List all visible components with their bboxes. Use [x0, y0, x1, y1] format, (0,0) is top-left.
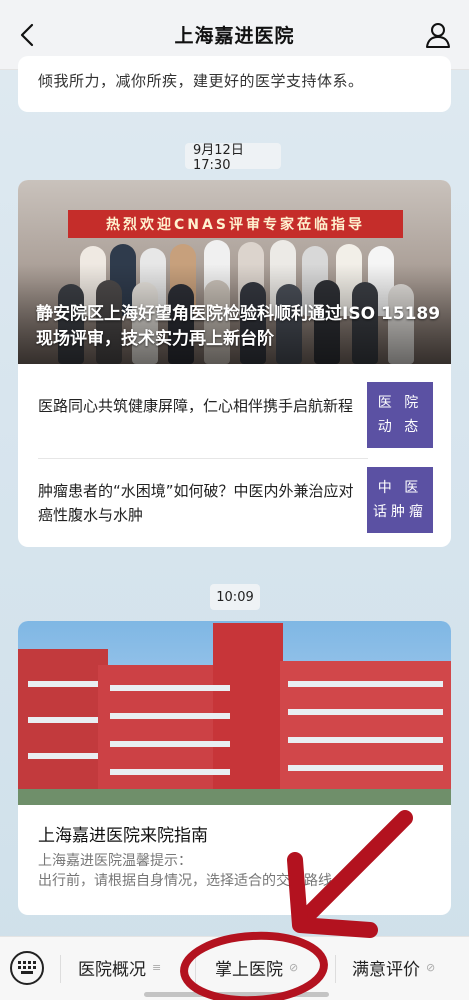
- photo-banner: 热烈欢迎CNAS评审专家莅临指导: [68, 210, 403, 238]
- home-indicator: [144, 992, 329, 997]
- divider: [38, 458, 368, 459]
- list-item-thumbnail: 中 医 话肿瘤: [367, 467, 433, 533]
- page-title: 上海嘉进医院: [174, 25, 295, 47]
- timestamp: 10:09: [210, 584, 260, 610]
- menu-mobile-hospital[interactable]: 掌上医院 ⊘: [215, 955, 298, 980]
- menu-lines-icon: ≡: [152, 961, 162, 974]
- keyboard-icon: [18, 961, 36, 974]
- back-button[interactable]: [12, 20, 42, 50]
- article-group-card: 热烈欢迎CNAS评审专家莅临指导 静安院区上海好望角医院检验科顺利通过ISO 1…: [18, 180, 451, 547]
- bottom-menu-bar: 医院概况 ≡ 掌上医院 ⊘ 满意评价 ⊘: [0, 936, 469, 1000]
- link-icon: ⊘: [289, 961, 299, 974]
- list-item[interactable]: 肿瘤患者的“水困境”如何破？中医内外兼治应对癌性腹水与水肿 中 医 话肿瘤: [38, 467, 433, 547]
- timestamp: 9月12日 17:30: [185, 143, 281, 173]
- list-item-title: 肿瘤患者的“水困境”如何破？中医内外兼治应对癌性腹水与水肿: [38, 482, 354, 524]
- list-item[interactable]: 医路同心共筑健康屏障，仁心相伴携手启航新程 医 院 动 态: [38, 382, 433, 462]
- keyboard-toggle-button[interactable]: [10, 951, 44, 985]
- previous-article-text: 倾我所力，减你所疾，建更好的医学支持体系。: [38, 72, 364, 90]
- user-icon: [426, 23, 450, 48]
- list-item-title: 医路同心共筑健康屏障，仁心相伴携手启航新程: [38, 397, 354, 415]
- menu-satisfaction-rating[interactable]: 满意评价 ⊘: [352, 955, 435, 980]
- menu-hospital-overview[interactable]: 医院概况 ≡: [78, 955, 161, 980]
- chevron-left-icon: [20, 23, 34, 47]
- article-card[interactable]: 上海嘉进医院来院指南 上海嘉进医院温馨提示： 出行前，请根据自身情况，选择适合的…: [18, 621, 451, 915]
- headline-article-image[interactable]: 热烈欢迎CNAS评审专家莅临指导 静安院区上海好望角医院检验科顺利通过ISO 1…: [18, 180, 451, 364]
- previous-article-card[interactable]: 倾我所力，减你所疾，建更好的医学支持体系。: [18, 56, 451, 112]
- hospital-building-image: [18, 621, 451, 805]
- article-title: 上海嘉进医院来院指南: [38, 826, 208, 846]
- profile-button[interactable]: [423, 20, 453, 50]
- link-icon: ⊘: [426, 961, 436, 974]
- headline-title: 静安院区上海好望角医院检验科顺利通过ISO 15189现场评审，技术实力再上新台…: [36, 304, 441, 349]
- list-item-thumbnail: 医 院 动 态: [367, 382, 433, 448]
- article-summary: 上海嘉进医院温馨提示： 出行前，请根据自身情况，选择适合的交通路线。: [38, 853, 346, 889]
